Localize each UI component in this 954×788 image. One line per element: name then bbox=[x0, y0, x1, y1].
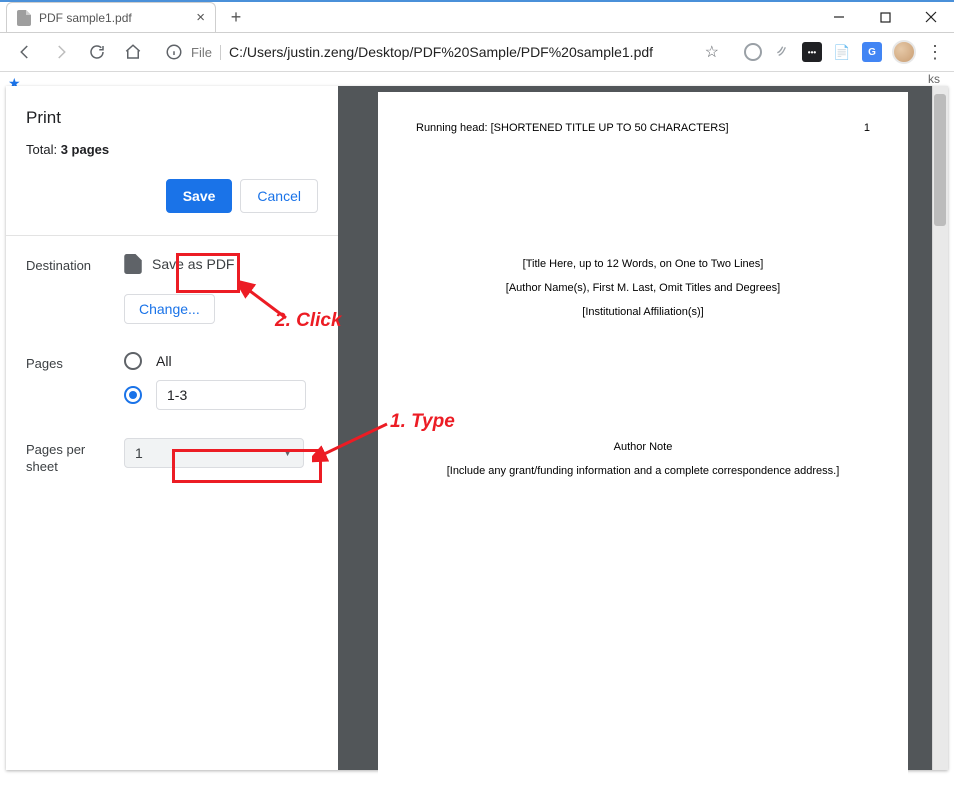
titlebar: PDF sample1.pdf × + bbox=[0, 2, 954, 32]
extension-icon-5[interactable]: G bbox=[862, 42, 882, 62]
extension-icon-3[interactable]: ••• bbox=[802, 42, 822, 62]
close-window-button[interactable] bbox=[908, 2, 954, 32]
browser-menu-button[interactable]: ⋮ bbox=[926, 42, 944, 63]
print-sidebar: Print Total: 3 pages Save Cancel Destina… bbox=[6, 86, 338, 770]
new-tab-button[interactable]: + bbox=[222, 3, 250, 31]
change-destination-button[interactable]: Change... bbox=[124, 294, 215, 324]
preview-scroll-thumb[interactable] bbox=[934, 94, 946, 226]
bookmarks-peek: ks bbox=[928, 72, 940, 86]
print-title: Print bbox=[26, 108, 318, 128]
pages-custom-input[interactable] bbox=[156, 380, 306, 410]
browser-tab[interactable]: PDF sample1.pdf × bbox=[6, 2, 216, 32]
title-block: [Title Here, up to 12 Words, on One to T… bbox=[416, 252, 870, 325]
file-icon bbox=[17, 10, 31, 26]
tab-title: PDF sample1.pdf bbox=[39, 11, 132, 25]
doc-title: [Title Here, up to 12 Words, on One to T… bbox=[416, 252, 870, 276]
extension-icon-1[interactable] bbox=[744, 43, 762, 61]
print-dialog: Print Total: 3 pages Save Cancel Destina… bbox=[6, 86, 948, 770]
address-bar[interactable]: File C:/Users/justin.zeng/Desktop/PDF%20… bbox=[154, 37, 730, 67]
extension-icon-4[interactable]: 📄 bbox=[832, 42, 852, 62]
radio-unchecked-icon bbox=[124, 352, 142, 370]
destination-label: Destination bbox=[26, 254, 110, 273]
home-button[interactable] bbox=[118, 37, 148, 67]
pdf-icon bbox=[124, 254, 142, 274]
maximize-button[interactable] bbox=[862, 2, 908, 32]
browser-toolbar: File C:/Users/justin.zeng/Desktop/PDF%20… bbox=[0, 32, 954, 72]
pages-all-label: All bbox=[156, 353, 172, 369]
preview-page: Running head: [SHORTENED TITLE UP TO 50 … bbox=[378, 92, 908, 788]
tab-close-icon[interactable]: × bbox=[196, 9, 205, 26]
print-total-value: 3 pages bbox=[61, 142, 109, 157]
pages-per-sheet-label: Pages per sheet bbox=[26, 438, 110, 476]
star-icon[interactable]: ☆ bbox=[705, 42, 719, 62]
pages-label: Pages bbox=[26, 352, 110, 371]
print-total: Total: 3 pages bbox=[26, 142, 318, 157]
print-total-prefix: Total: bbox=[26, 142, 61, 157]
destination-value: Save as PDF bbox=[152, 256, 234, 272]
doc-author: [Author Name(s), First M. Last, Omit Tit… bbox=[416, 276, 870, 300]
save-button[interactable]: Save bbox=[166, 179, 233, 213]
extension-icon-2[interactable] bbox=[772, 42, 792, 62]
reload-button[interactable] bbox=[82, 37, 112, 67]
print-preview: Running head: [SHORTENED TITLE UP TO 50 … bbox=[338, 86, 948, 770]
pages-per-sheet-value: 1 bbox=[135, 445, 143, 461]
preview-scrollbar[interactable] bbox=[932, 86, 948, 770]
pages-custom-option[interactable] bbox=[124, 380, 318, 410]
author-note-heading: Author Note bbox=[416, 435, 870, 459]
running-head-text: Running head: [SHORTENED TITLE UP TO 50 … bbox=[416, 122, 729, 134]
profile-avatar[interactable] bbox=[892, 40, 916, 64]
back-button[interactable] bbox=[10, 37, 40, 67]
author-note-block: Author Note [Include any grant/funding i… bbox=[416, 435, 870, 483]
minimize-button[interactable] bbox=[816, 2, 862, 32]
section-divider bbox=[6, 235, 338, 236]
pages-all-option[interactable]: All bbox=[124, 352, 318, 370]
pages-per-sheet-select[interactable]: 1 ▼ bbox=[124, 438, 304, 468]
destination-row: Destination Save as PDF Change... bbox=[26, 254, 318, 324]
author-note-body: [Include any grant/funding information a… bbox=[416, 459, 870, 483]
address-url: C:/Users/justin.zeng/Desktop/PDF%20Sampl… bbox=[229, 44, 653, 60]
cancel-button[interactable]: Cancel bbox=[240, 179, 318, 213]
pages-per-sheet-row: Pages per sheet 1 ▼ bbox=[26, 438, 318, 476]
running-head-row: Running head: [SHORTENED TITLE UP TO 50 … bbox=[416, 122, 870, 134]
forward-button[interactable] bbox=[46, 37, 76, 67]
site-info-icon[interactable] bbox=[165, 43, 183, 61]
radio-checked-icon bbox=[124, 386, 142, 404]
address-scheme: File bbox=[191, 45, 221, 60]
page-number: 1 bbox=[864, 122, 870, 134]
pages-row: Pages All bbox=[26, 352, 318, 410]
doc-affiliation: [Institutional Affiliation(s)] bbox=[416, 300, 870, 324]
chevron-down-icon: ▼ bbox=[282, 447, 293, 459]
